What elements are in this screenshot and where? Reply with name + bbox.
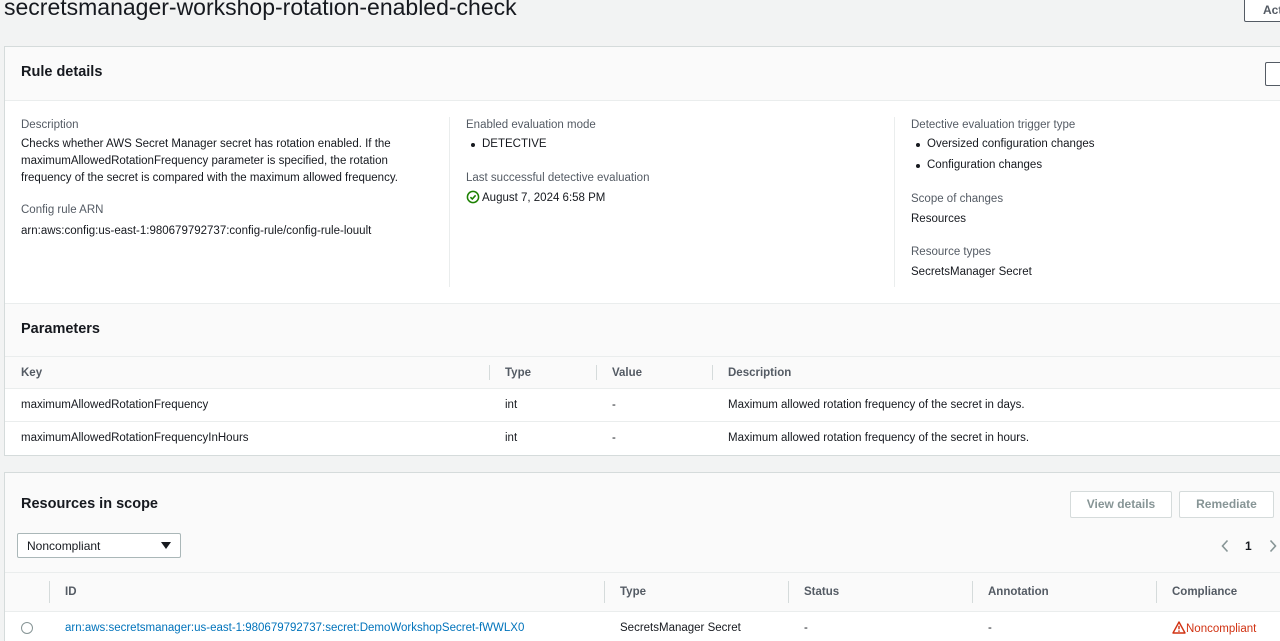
chevron-left-icon[interactable] xyxy=(1220,539,1230,553)
resources-table-wrap: ID Type Status Annotation Compliance arn… xyxy=(5,572,1280,641)
param-type: int xyxy=(489,388,596,422)
scope-label: Scope of changes xyxy=(911,193,1004,205)
compliance-status: Noncompliant xyxy=(1186,623,1257,636)
param-col-key[interactable]: Key xyxy=(5,356,489,389)
resources-table: ID Type Status Annotation Compliance arn… xyxy=(5,572,1280,641)
eval-mode-list: DETECTIVE xyxy=(466,134,866,155)
param-description: Maximum allowed rotation frequency of th… xyxy=(712,388,1280,422)
eval-mode-label: Enabled evaluation mode xyxy=(466,119,596,131)
resource-col-type[interactable]: Type xyxy=(604,572,788,612)
arn-value: arn:aws:config:us-east-1:980679792737:co… xyxy=(21,225,372,237)
rule-details-col-2: Enabled evaluation mode DETECTIVE Last s… xyxy=(466,117,866,207)
resources-header: Resources in scope xyxy=(5,473,1280,573)
resource-status: - xyxy=(788,611,972,641)
last-eval-label: Last successful detective evaluation xyxy=(466,172,650,184)
parameters-heading: Parameters xyxy=(21,321,100,337)
param-key: maximumAllowedRotationFrequencyInHours xyxy=(5,421,489,455)
remediate-button[interactable]: Remediate xyxy=(1179,491,1274,518)
trigger-list: Oversized configuration changes Configur… xyxy=(911,134,1280,176)
trigger-item: Oversized configuration changes xyxy=(911,134,1280,155)
param-value: - xyxy=(596,388,712,422)
row-select-cell xyxy=(5,611,49,641)
description-label: Description xyxy=(21,119,79,131)
resource-col-select xyxy=(5,572,49,612)
resource-id-cell: arn:aws:secretsmanager:us-east-1:9806797… xyxy=(49,611,604,641)
last-eval-value: August 7, 2024 6:58 PM xyxy=(466,190,866,207)
param-col-value[interactable]: Value xyxy=(596,356,712,389)
table-row: maximumAllowedRotationFrequencyInHours i… xyxy=(5,421,1280,455)
resource-col-compliance[interactable]: Compliance xyxy=(1156,572,1280,612)
rule-details-panel: Rule details Description Checks whether … xyxy=(4,46,1280,456)
last-eval-date: August 7, 2024 6:58 PM xyxy=(482,192,606,204)
compliance-filter-value: Noncompliant xyxy=(27,539,101,553)
resource-id-link[interactable]: arn:aws:secretsmanager:us-east-1:9806797… xyxy=(65,622,524,634)
resource-compliance-cell: Noncompliant xyxy=(1156,611,1280,641)
table-row[interactable]: arn:aws:secretsmanager:us-east-1:9806797… xyxy=(5,611,1280,641)
trigger-item: Configuration changes xyxy=(911,155,1280,176)
scope-value: Resources xyxy=(911,213,966,225)
param-value: - xyxy=(596,421,712,455)
param-col-description[interactable]: Description xyxy=(712,356,1280,389)
resource-col-status[interactable]: Status xyxy=(788,572,972,612)
trigger-label: Detective evaluation trigger type xyxy=(911,119,1076,131)
success-check-icon xyxy=(466,190,480,204)
resource-col-annotation[interactable]: Annotation xyxy=(972,572,1156,612)
param-col-type[interactable]: Type xyxy=(489,356,596,389)
resources-heading: Resources in scope xyxy=(21,496,158,512)
column-divider xyxy=(449,117,450,287)
rule-details-body: Description Checks whether AWS Secret Ma… xyxy=(5,101,1280,303)
resource-col-id[interactable]: ID xyxy=(49,572,604,612)
description-value: Checks whether AWS Secret Manager secret… xyxy=(21,138,398,184)
rule-details-header: Rule details xyxy=(5,47,1280,101)
resource-type: SecretsManager Secret xyxy=(604,611,788,641)
compliance-filter-select[interactable]: Noncompliant xyxy=(17,533,181,558)
resource-annotation: - xyxy=(972,611,1156,641)
column-divider xyxy=(894,117,895,287)
resource-types-label: Resource types xyxy=(911,246,991,258)
param-key: maximumAllowedRotationFrequency xyxy=(5,388,489,422)
param-description: Maximum allowed rotation frequency of th… xyxy=(712,421,1280,455)
page-title: secretsmanager-workshop-rotation-enabled… xyxy=(4,0,517,20)
arn-label: Config rule ARN xyxy=(21,204,104,216)
actions-button[interactable]: Actions xyxy=(1244,0,1280,22)
caret-down-icon xyxy=(161,542,171,549)
param-type: int xyxy=(489,421,596,455)
row-radio-button[interactable] xyxy=(21,622,33,635)
edit-button[interactable] xyxy=(1265,62,1280,86)
rule-details-col-3: Detective evaluation trigger type Oversi… xyxy=(911,117,1280,281)
page-number[interactable]: 1 xyxy=(1245,539,1252,553)
rule-details-heading: Rule details xyxy=(21,64,103,80)
resource-types-value: SecretsManager Secret xyxy=(911,266,1032,278)
rule-details-col-1: Description Checks whether AWS Secret Ma… xyxy=(21,117,421,240)
table-row: maximumAllowedRotationFrequency int - Ma… xyxy=(5,388,1280,422)
eval-mode-item: DETECTIVE xyxy=(466,134,866,155)
parameters-table: Key Type Value Description maximumAllowe… xyxy=(5,356,1280,455)
parameters-header: Parameters xyxy=(5,303,1280,356)
warning-icon xyxy=(1172,621,1186,634)
chevron-right-icon[interactable] xyxy=(1268,539,1278,553)
view-details-button[interactable]: View details xyxy=(1070,491,1172,518)
